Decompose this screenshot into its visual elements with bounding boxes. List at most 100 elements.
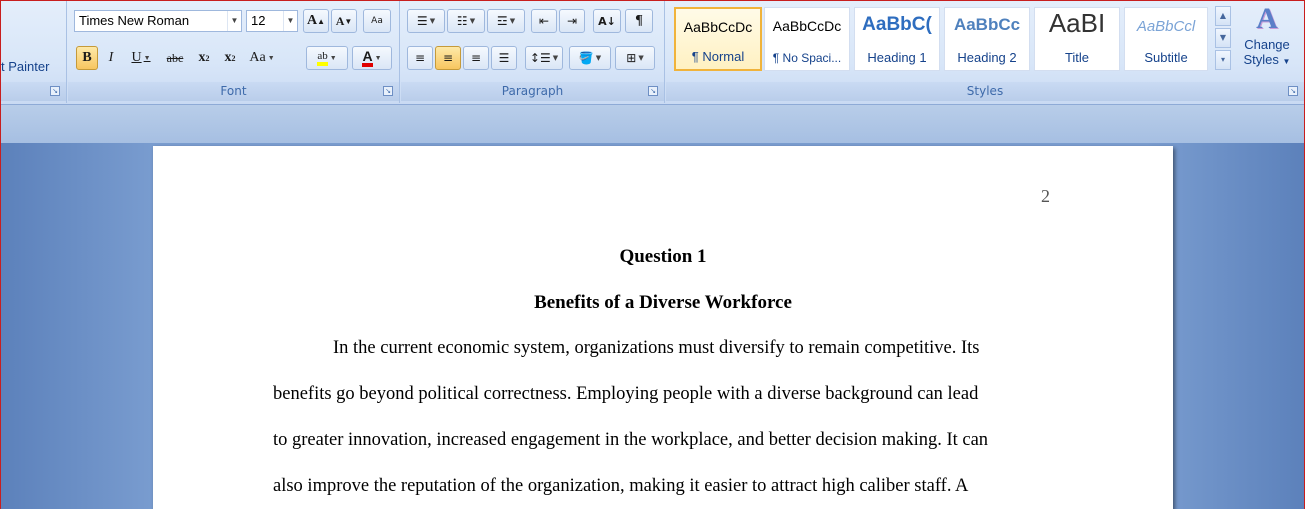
strikethrough-icon: abc xyxy=(166,50,184,65)
style-sample: AaBbCc xyxy=(953,15,1021,34)
line-spacing-button[interactable]: ↕☰ ▼ xyxy=(525,46,563,70)
style-name: Subtitle xyxy=(1144,50,1188,65)
clear-formatting-icon: Aa xyxy=(371,16,383,26)
bullets-button[interactable]: ☰ ▼ xyxy=(407,9,445,33)
justify-icon: ☰ xyxy=(498,51,510,65)
font-dialog-launcher[interactable]: ↘ xyxy=(383,86,393,96)
clipboard-dialog-launcher[interactable]: ↘ xyxy=(50,86,60,96)
styles-dialog-launcher[interactable]: ↘ xyxy=(1288,86,1298,96)
style-heading-2[interactable]: AaBbCc Heading 2 xyxy=(944,7,1030,71)
workspace-top-band xyxy=(1,105,1304,143)
sort-icon: A↓ xyxy=(598,14,616,28)
styles-scroll-down-button[interactable]: ▼ xyxy=(1215,28,1231,48)
font-group: Times New Roman ▼ 12 ▼ A ▲ A ▼ Aa B I U ▼ a… xyxy=(68,1,400,103)
style-title[interactable]: AaBI Title xyxy=(1034,7,1120,71)
body-text-line: benefits go beyond political correctness… xyxy=(273,384,979,404)
borders-button[interactable]: ⊞ ▼ xyxy=(615,46,655,70)
align-center-icon: ≡ xyxy=(442,51,454,65)
grow-font-button[interactable]: A ▲ xyxy=(303,9,329,33)
shrink-font-button[interactable]: A ▼ xyxy=(331,9,357,33)
style-name: ¶ Normal xyxy=(691,49,745,64)
numbering-button[interactable]: ☷ ▼ xyxy=(447,9,485,33)
style-name: Heading 2 xyxy=(957,50,1017,65)
numbering-icon: ☷ xyxy=(456,14,468,28)
multilevel-list-icon: ☲ xyxy=(496,14,508,28)
underline-button[interactable]: U ▼ xyxy=(124,46,158,70)
styles-scroll-up-button[interactable]: ▲ xyxy=(1215,6,1231,26)
font-name-value: Times New Roman xyxy=(79,13,190,28)
bold-button[interactable]: B xyxy=(76,46,98,70)
document-page[interactable]: 2 Question 1 Benefits of a Diverse Workf… xyxy=(153,146,1173,509)
style-name: ¶ No Spaci... xyxy=(772,51,842,65)
chevron-down-icon[interactable]: ▼ xyxy=(283,11,297,31)
superscript-button[interactable]: x2 xyxy=(218,46,242,70)
show-hide-button[interactable]: ¶ xyxy=(625,9,653,33)
align-left-icon: ≡ xyxy=(414,51,426,65)
line-spacing-icon: ↕☰ xyxy=(529,51,551,65)
align-right-button[interactable]: ≡ xyxy=(463,46,489,70)
superscript-icon: x xyxy=(224,50,232,65)
clear-formatting-button[interactable]: Aa xyxy=(363,9,391,33)
page-number: 2 xyxy=(1041,186,1050,206)
style-name: Title xyxy=(1064,50,1090,65)
increase-indent-button[interactable]: ⇥ xyxy=(559,9,585,33)
clipboard-group: t Painter ↘ xyxy=(1,1,67,103)
paint-bucket-icon: 🪣 xyxy=(578,51,594,65)
change-styles-label: Change xyxy=(1244,37,1290,52)
font-size-combo[interactable]: 12 ▼ xyxy=(246,10,298,32)
body-text-line: to greater innovation, increased engagem… xyxy=(273,430,989,450)
font-color-icon: A xyxy=(362,49,373,67)
pilcrow-icon: ¶ xyxy=(635,13,643,28)
change-case-icon: Aa xyxy=(249,50,266,65)
font-color-button[interactable]: A ▼ xyxy=(352,46,392,70)
align-left-button[interactable]: ≡ xyxy=(407,46,433,70)
chevron-down-icon[interactable]: ▼ xyxy=(227,11,241,31)
grow-font-icon: A xyxy=(306,13,318,28)
style-no-spacing[interactable]: AaBbCcDc ¶ No Spaci... xyxy=(764,7,850,71)
styles-group-label: Styles xyxy=(666,82,1304,101)
style-subtitle[interactable]: AaBbCcl Subtitle xyxy=(1124,7,1208,71)
document-heading: Question 1 xyxy=(619,246,707,267)
bullets-icon: ☰ xyxy=(416,14,428,28)
font-group-label: Font xyxy=(68,82,399,101)
style-sample: AaBbCcDc xyxy=(683,19,753,35)
decrease-indent-button[interactable]: ⇤ xyxy=(531,9,557,33)
style-sample: AaBbCcDc xyxy=(772,18,842,34)
style-name: Heading 1 xyxy=(867,50,927,65)
format-painter-label: t Painter xyxy=(1,59,50,74)
body-text-line: also improve the reputation of the organ… xyxy=(273,476,969,496)
change-styles-icon: A xyxy=(1256,2,1278,35)
decrease-indent-icon: ⇤ xyxy=(538,14,550,28)
change-styles-button[interactable]: A Change Styles ▼ xyxy=(1236,1,1298,81)
style-sample: AaBbCcl xyxy=(1136,18,1196,35)
strikethrough-button[interactable]: abc xyxy=(160,46,190,70)
font-name-combo[interactable]: Times New Roman ▼ xyxy=(74,10,242,32)
document-subheading: Benefits of a Diverse Workforce xyxy=(534,292,792,313)
change-styles-label-2: Styles ▼ xyxy=(1243,52,1291,67)
subscript-button[interactable]: x2 xyxy=(192,46,216,70)
paragraph-group: ☰ ▼ ☷ ▼ ☲ ▼ ⇤ ⇥ A↓ ¶ ≡ ≡ ≡ ☰ ↕☰ ▼ 🪣 ▼ ⊞ … xyxy=(401,1,665,103)
style-normal[interactable]: AaBbCcDc ¶ Normal xyxy=(674,7,762,71)
font-size-value: 12 xyxy=(251,13,266,28)
shading-button[interactable]: 🪣 ▼ xyxy=(569,46,611,70)
ribbon: t Painter ↘ Times New Roman ▼ 12 ▼ A ▲ A ▼… xyxy=(1,1,1304,105)
bold-icon: B xyxy=(82,50,92,65)
style-heading-1[interactable]: AaBbC( Heading 1 xyxy=(854,7,940,71)
change-case-button[interactable]: Aa ▼ xyxy=(244,46,280,70)
subscript-icon: x xyxy=(198,50,206,65)
highlight-button[interactable]: ab ▼ xyxy=(306,46,348,70)
paragraph-group-label: Paragraph xyxy=(401,82,664,101)
shrink-font-icon: A xyxy=(335,13,345,28)
align-center-button[interactable]: ≡ xyxy=(435,46,461,70)
body-text-line: In the current economic system, organiza… xyxy=(333,338,980,358)
paragraph-dialog-launcher[interactable]: ↘ xyxy=(648,86,658,96)
align-right-icon: ≡ xyxy=(470,51,482,65)
italic-icon: I xyxy=(108,50,114,65)
multilevel-list-button[interactable]: ☲ ▼ xyxy=(487,9,525,33)
style-sample: AaBbC( xyxy=(862,14,932,35)
styles-more-button[interactable]: ▾ xyxy=(1215,50,1231,70)
format-painter-button[interactable]: t Painter xyxy=(1,59,49,74)
sort-button[interactable]: A↓ xyxy=(593,9,621,33)
justify-button[interactable]: ☰ xyxy=(491,46,517,70)
italic-button[interactable]: I xyxy=(100,46,122,70)
